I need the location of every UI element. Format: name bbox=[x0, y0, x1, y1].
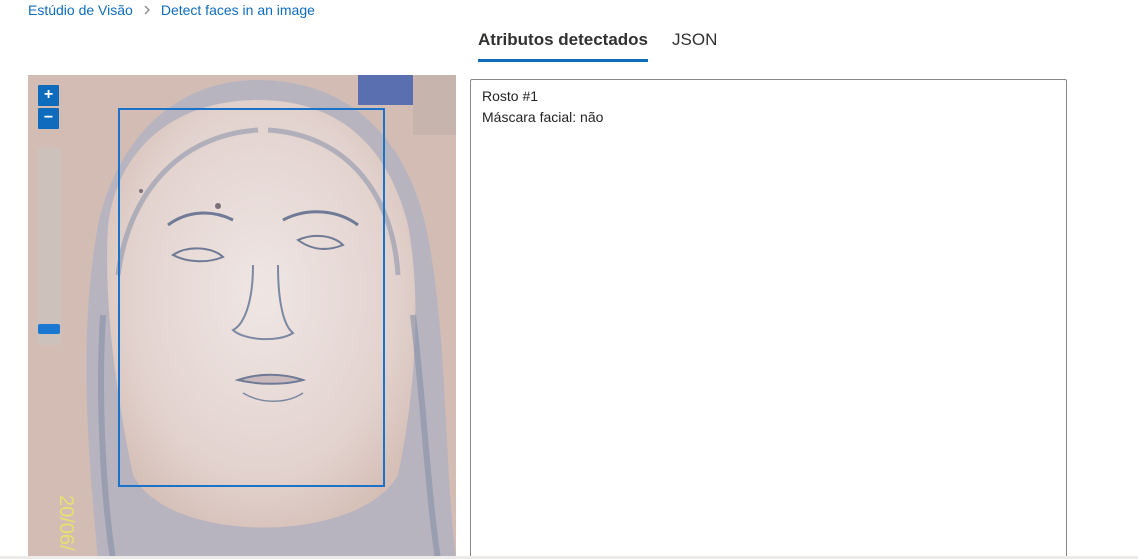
breadcrumb-item-vision-studio[interactable]: Estúdio de Visão bbox=[28, 2, 133, 18]
face-title: Rosto #1 bbox=[482, 88, 539, 104]
breadcrumb: Estúdio de Visão Detect faces in an imag… bbox=[28, 1, 315, 19]
zoom-in-button[interactable]: + bbox=[38, 85, 59, 106]
chevron-right-icon bbox=[143, 5, 151, 15]
face-mask-attribute: Máscara facial: não bbox=[482, 109, 604, 125]
breadcrumb-item-detect-faces[interactable]: Detect faces in an image bbox=[161, 2, 315, 18]
zoom-slider-thumb[interactable] bbox=[38, 323, 60, 334]
image-viewer[interactable]: 20/06/ + − bbox=[28, 75, 456, 559]
page: Estúdio de Visão Detect faces in an imag… bbox=[0, 0, 1138, 559]
zoom-out-button[interactable]: − bbox=[38, 108, 59, 129]
photo-date-stamp: 20/06/ bbox=[55, 495, 77, 551]
result-tabs: Atributos detectados JSON bbox=[478, 28, 717, 62]
zoom-slider[interactable] bbox=[37, 148, 61, 345]
detected-attributes-panel: Rosto #1 Máscara facial: não bbox=[470, 79, 1067, 559]
detected-face-box[interactable] bbox=[118, 108, 385, 487]
tab-json[interactable]: JSON bbox=[672, 28, 717, 59]
tab-detected-attributes[interactable]: Atributos detectados bbox=[478, 28, 649, 62]
